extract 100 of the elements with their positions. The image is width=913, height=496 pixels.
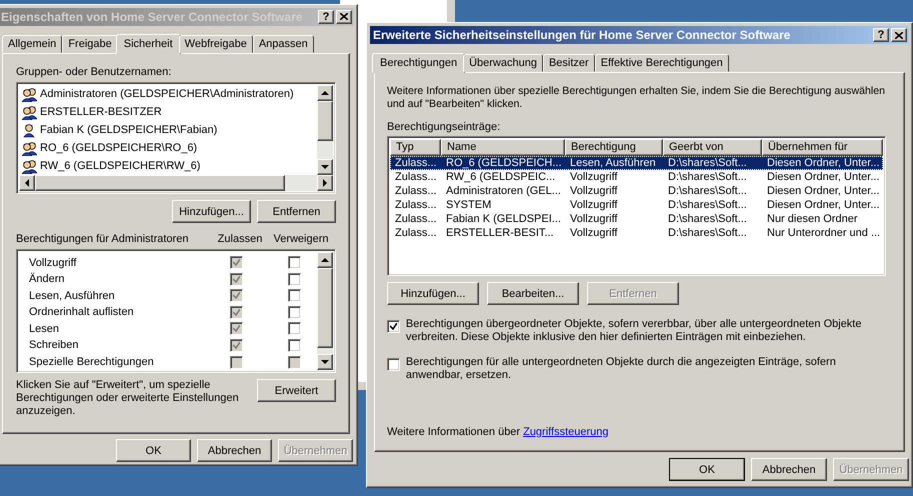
table-cell-text: Zulass... — [394, 213, 438, 225]
table-cell-text: Zulass... — [394, 171, 438, 183]
dialog-button[interactable]: Abbrechen — [197, 439, 272, 462]
table-cell-text: ERSTELLER-BESIT... — [445, 227, 555, 239]
people-icon — [21, 158, 37, 174]
close-button[interactable] — [336, 10, 352, 24]
tab[interactable]: Sicherheit — [116, 34, 181, 54]
person-icon — [21, 122, 37, 138]
close-icon — [340, 13, 348, 20]
checkbox[interactable] — [288, 338, 300, 352]
table-cell-text: Vollzugriff — [569, 227, 618, 239]
checkbox[interactable] — [288, 256, 300, 270]
permission-name: Ordnerinhalt auflisten — [29, 306, 135, 318]
close-button[interactable] — [891, 28, 907, 42]
tab[interactable]: Allgemein — [2, 35, 62, 54]
table-row[interactable]: Zulass... RO_6 (GELDSPEICH... Lesen, Ausführen D:\shares\Soft... Diesen Ordner, Unter... — [390, 156, 883, 170]
tab[interactable]: Effektive Berechtigungen — [594, 54, 729, 72]
permission-name: Schreiben — [29, 339, 80, 352]
checkbox[interactable] — [288, 272, 300, 286]
check-icon — [232, 292, 240, 300]
column-header[interactable]: Geerbt von — [663, 139, 762, 156]
entries-label: Berechtigungseinträge: — [387, 121, 502, 133]
table-cell-text: Vollzugriff — [569, 199, 618, 211]
down-arrow-icon — [321, 360, 329, 364]
up-arrow-icon — [321, 91, 329, 96]
group-name[interactable]: Administratoren (GELDSPEICHER\Administratoren) — [40, 88, 294, 100]
column-header[interactable]: Berechtigung — [565, 139, 663, 156]
table-cell-text: Vollzugriff — [569, 171, 618, 183]
table-cell-text: RO_6 (GELDSPEICH... — [445, 157, 563, 169]
horizontal-scrollbar[interactable] — [19, 175, 333, 192]
dialog-button[interactable]: Hinzufügen... — [172, 200, 251, 224]
table-cell-text: D:\shares\Soft... — [667, 185, 748, 197]
column-header[interactable]: Name — [441, 139, 565, 156]
table-cell-text: Zulass... — [394, 157, 438, 169]
up-arrow-icon — [321, 258, 329, 262]
tab[interactable]: Anpassen — [252, 35, 314, 54]
checkbox[interactable] — [387, 320, 400, 333]
group-name[interactable]: Fabian K (GELDSPEICHER\Fabian) — [40, 124, 218, 136]
down-arrow-icon — [321, 165, 329, 170]
group-name[interactable]: ERSTELLER-BESITZER — [40, 106, 162, 118]
access-control-link[interactable]: Zugriffssteuerung — [523, 426, 608, 438]
table-cell-text: Fabian K (GELDSPEI... — [445, 213, 562, 225]
footer-text: Weitere Informationen über — [387, 426, 520, 438]
checkbox[interactable] — [387, 358, 400, 371]
help-button[interactable]: ? — [318, 10, 334, 24]
table-cell-text: Diesen Ordner, Unter... — [766, 171, 880, 183]
column-header: Verweigern — [272, 233, 330, 246]
right-arrow-icon — [323, 179, 327, 188]
table-row[interactable]: Zulass... SYSTEM Vollzugriff D:\shares\Soft... Diesen Ordner, Unter... — [390, 198, 883, 212]
table-cell-text: D:\shares\Soft... — [667, 171, 748, 183]
option-label: Berechtigungen übergeordneter Objekte, sofern vererbbar, über alle untergeordneten Objekte verbreiten. Diese Objekte inklusive den hier definierten Einträgen mit einbeziehen. — [406, 318, 862, 344]
group-name[interactable]: RW_6 (GELDSPEICHER\RW_6) — [40, 160, 200, 172]
table-cell-text: Diesen Ordner, Unter... — [766, 199, 880, 211]
people-icon — [21, 104, 37, 120]
permission-name: Lesen — [29, 322, 60, 335]
people-icon — [21, 140, 37, 156]
column-header[interactable]: Übernehmen für — [762, 139, 883, 156]
checkbox[interactable] — [288, 306, 300, 319]
dialog-button[interactable]: Hinzufügen... — [387, 282, 479, 305]
check-icon — [232, 259, 240, 266]
checkbox[interactable] — [288, 322, 300, 336]
permissions-label: Berechtigungen für Administratoren — [16, 233, 190, 246]
tab[interactable]: Berechtigungen — [372, 53, 466, 73]
permission-name: Lesen, Ausführen — [29, 290, 116, 302]
close-icon — [895, 32, 903, 38]
permission-name: Vollzugriff — [29, 256, 78, 269]
tab[interactable]: Webfreigabe — [178, 35, 253, 54]
permission-name: Ändern — [29, 273, 66, 286]
table-row[interactable]: Zulass... Administratoren (GEL... Vollzugriff D:\shares\Soft... Diesen Ordner, Unter... — [390, 184, 883, 198]
dialog-button[interactable]: OK — [669, 458, 745, 481]
tab[interactable]: Freigabe — [62, 35, 118, 54]
tab[interactable]: Überwachung — [463, 54, 543, 72]
table-cell-text: Zulass... — [394, 227, 438, 239]
group-name[interactable]: RO_6 (GELDSPEICHER\RO_6) — [40, 142, 198, 154]
table-row[interactable]: Zulass... Fabian K (GELDSPEI... Vollzugriff D:\shares\Soft... Nur diesen Ordner — [390, 212, 883, 226]
window-title: Erweiterte Sicherheitseinstellungen für Home Server Connector Software — [373, 28, 792, 42]
table-cell-text: D:\shares\Soft... — [667, 213, 748, 225]
column-header: Zulassen — [216, 233, 264, 246]
vertical-scrollbar[interactable] — [317, 252, 333, 370]
help-button[interactable]: ? — [873, 28, 889, 42]
table-cell-text: D:\shares\Soft... — [667, 227, 748, 239]
table-cell-text: Zulass... — [394, 185, 438, 197]
groups-list[interactable]: Administratoren (GELDSPEICHER\Administratoren) ERSTELLER-BESITZER Fabian K (GELDSPEICHER\Fabian) RO_6 (GELDSPEICHER\RO_6) RW_6 (GELDSPEICHER\RW_6) — [16, 82, 336, 194]
check-icon — [232, 325, 240, 332]
dialog-button[interactable]: Bearbeiten... — [487, 282, 579, 305]
dialog-button[interactable]: OK — [116, 439, 191, 462]
table-cell-text: Vollzugriff — [569, 185, 618, 197]
column-header[interactable]: Typ — [390, 139, 441, 156]
tab[interactable]: Besitzer — [542, 54, 595, 72]
hint-text: Klicken Sie auf "Erweitert", um spezielle Berechtigungen oder erweiterte Einstellungen anzuzeigen. — [16, 379, 240, 418]
table-row[interactable]: Zulass... RW_6 (GELDSPEIC... Vollzugriff D:\shares\Soft... Diesen Ordner, Unter... — [390, 170, 883, 184]
dialog-button[interactable]: Abbrechen — [751, 458, 827, 481]
checkbox[interactable] — [288, 289, 300, 302]
dialog-button[interactable]: Erweitert — [257, 379, 336, 402]
vertical-scrollbar[interactable] — [317, 85, 333, 176]
dialog-button[interactable]: Entfernen — [257, 200, 336, 224]
check-icon — [390, 323, 397, 330]
table-cell-text: D:\shares\Soft... — [667, 157, 748, 169]
table-row[interactable]: Zulass... ERSTELLER-BESIT... Vollzugriff D:\shares\Soft... Nur Unterordner und ... — [390, 226, 883, 240]
table-cell-text: Diesen Ordner, Unter... — [766, 157, 880, 169]
